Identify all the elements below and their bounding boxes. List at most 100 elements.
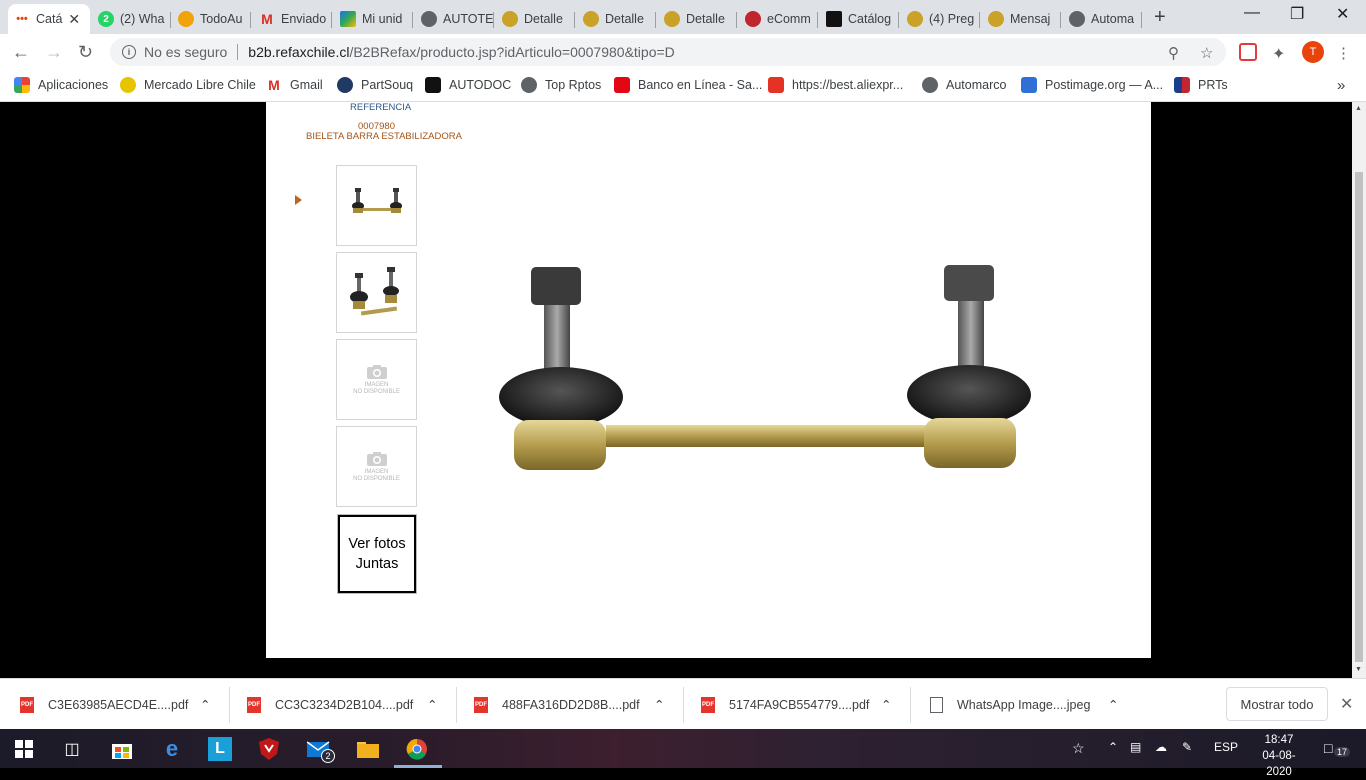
tab-autote[interactable]: AUTOTE (415, 4, 494, 34)
chevron-up-icon[interactable]: ⌃ (881, 679, 891, 730)
language-indicator[interactable]: ESP (1214, 740, 1238, 754)
tab-label: (2) Wha (120, 12, 165, 26)
app-l-icon[interactable]: L (208, 737, 232, 761)
download-item[interactable]: WhatsApp Image....jpeg (930, 679, 1090, 730)
tab-detalle-1[interactable]: Detalle (496, 4, 575, 34)
tab-whatsapp[interactable]: 2 (2) Wha (92, 4, 171, 34)
minimize-button[interactable]: — (1244, 4, 1260, 22)
chevron-up-icon[interactable]: ⌃ (654, 679, 664, 730)
chrome-icon[interactable] (405, 737, 429, 761)
windows-start-icon[interactable] (12, 737, 36, 761)
store-icon[interactable] (110, 737, 134, 761)
pocket-extension-icon[interactable] (1239, 43, 1257, 61)
forward-button[interactable]: → (45, 42, 63, 63)
mercadolibre-icon (120, 77, 136, 93)
globe-icon (421, 11, 437, 27)
close-window-button[interactable]: ✕ (1336, 4, 1349, 24)
mercadolibre-icon (583, 11, 599, 27)
download-item[interactable]: PDF CC3C3234D2B104....pdf (247, 679, 413, 730)
reload-button[interactable]: ↻ (78, 42, 93, 63)
tab-detalle-2[interactable]: Detalle (577, 4, 656, 34)
thumbnail-1[interactable] (336, 165, 417, 246)
thumbnail-2[interactable] (336, 252, 417, 333)
tab-drive[interactable]: Mi unid (334, 4, 413, 34)
extensions-puzzle-icon[interactable]: ✦ (1272, 44, 1285, 64)
pdf-file-icon: PDF (474, 696, 488, 713)
tab-catalogo-2[interactable]: Catálog (820, 4, 899, 34)
reference-label: REFERENCIA (350, 102, 412, 113)
tab-label: AUTOTE (443, 12, 494, 26)
tab-label: (4) Preg (929, 12, 975, 26)
bookmark-gmail[interactable]: M Gmail (266, 77, 323, 93)
tab-label: Automa (1091, 12, 1135, 26)
people-icon[interactable]: ☆ (1072, 740, 1085, 757)
tab-close-icon[interactable]: ✕ (68, 11, 80, 28)
bookmark-top-rptos[interactable]: Top Rptos (521, 77, 601, 93)
thumbnail-4[interactable]: IMAGEN NO DISPONIBLE (336, 426, 417, 507)
bookmark-banco[interactable]: Banco en Línea - Sa... (614, 77, 762, 93)
tab-mensajes[interactable]: Mensaj (982, 4, 1061, 34)
bookmark-star-icon[interactable]: ☆ (1200, 44, 1213, 62)
new-tab-button[interactable]: + (1154, 6, 1166, 29)
profile-avatar[interactable]: T (1302, 41, 1324, 63)
page-scrollbar[interactable]: ▲ ▼ (1352, 102, 1366, 678)
pen-icon[interactable]: ✎ (1182, 740, 1192, 754)
clock[interactable]: 18:47 04-08-2020 (1252, 732, 1306, 780)
tab-strip: ••• Catá ✕ 2 (2) Wha TodoAu M Enviado Mi… (0, 0, 1366, 34)
product-main-image[interactable] (496, 242, 1041, 482)
bookmarks-overflow-button[interactable]: » (1337, 77, 1345, 94)
back-button[interactable]: ← (12, 42, 30, 63)
download-item[interactable]: PDF 5174FA9CB554779....pdf (701, 679, 869, 730)
file-explorer-icon[interactable] (356, 737, 380, 761)
chevron-up-icon[interactable]: ⌃ (1108, 740, 1118, 754)
restore-button[interactable]: ❐ (1290, 4, 1304, 24)
download-item[interactable]: PDF 488FA316DD2D8B....pdf (474, 679, 640, 730)
close-downloads-icon[interactable]: ✕ (1340, 694, 1353, 714)
scroll-up-icon[interactable]: ▲ (1355, 105, 1362, 112)
address-bar[interactable]: i No es seguro b2b.refaxchile.cl/B2BRefa… (110, 38, 1226, 66)
tab-todoautos[interactable]: TodoAu (172, 4, 251, 34)
bookmark-postimage[interactable]: Postimage.org — A... (1021, 77, 1163, 93)
tab-label: eComm (767, 12, 811, 26)
tab-detalle-3[interactable]: Detalle (658, 4, 737, 34)
selected-thumbnail-arrow-icon (295, 195, 302, 205)
zoom-search-icon[interactable]: ⚲ (1168, 44, 1179, 62)
bookmark-prts[interactable]: PRTs (1174, 77, 1228, 93)
edge-icon[interactable]: e (160, 736, 184, 761)
chevron-up-icon[interactable]: ⌃ (427, 679, 437, 730)
scrollbar-thumb[interactable] (1355, 172, 1363, 662)
task-view-icon[interactable]: ◫ (60, 737, 84, 761)
bookmark-automarco[interactable]: Automarco (922, 77, 1006, 93)
site-info-icon[interactable]: i (122, 45, 136, 59)
show-all-downloads-button[interactable]: Mostrar todo (1226, 687, 1328, 721)
tab-label: Mi unid (362, 12, 403, 26)
tab-gmail[interactable]: M Enviado (253, 4, 332, 34)
bookmark-partsouq[interactable]: PartSouq (337, 77, 413, 93)
menu-kebab-icon[interactable]: ⋮ (1336, 44, 1351, 62)
chevron-up-icon[interactable]: ⌃ (200, 679, 210, 730)
partsouq-icon (337, 77, 353, 93)
download-item[interactable]: PDF C3E63985AECD4E....pdf (20, 679, 188, 730)
bookmark-aliexpress[interactable]: https://best.aliexpr... (768, 77, 903, 93)
view-all-photos-button[interactable]: Ver fotos Juntas (338, 515, 416, 593)
mcafee-icon[interactable] (257, 737, 281, 761)
tab-preguntas[interactable]: (4) Preg (901, 4, 980, 34)
network-icon[interactable]: ▤ (1130, 740, 1141, 754)
bookmark-apps[interactable]: Aplicaciones (14, 77, 108, 93)
tab-ecommerce[interactable]: eComm (739, 4, 818, 34)
onedrive-icon[interactable]: ☁ (1155, 740, 1167, 754)
tab-catalogo[interactable]: ••• Catá ✕ (8, 4, 90, 34)
ecommerce-icon (745, 11, 761, 27)
notifications-icon[interactable]: □ (1324, 740, 1332, 756)
refax-favicon-icon: ••• (16, 13, 28, 25)
tab-label: Catá (36, 12, 63, 26)
mail-icon[interactable]: 2 (307, 737, 335, 763)
scroll-down-icon[interactable]: ▼ (1355, 666, 1362, 673)
google-drive-icon (340, 11, 356, 27)
bookmark-mercadolibre[interactable]: Mercado Libre Chile (120, 77, 256, 93)
bookmark-autodoc[interactable]: AUTODOC (425, 77, 511, 93)
santander-icon (614, 77, 630, 93)
thumbnail-3[interactable]: IMAGEN NO DISPONIBLE (336, 339, 417, 420)
chevron-up-icon[interactable]: ⌃ (1108, 679, 1118, 730)
tab-automarco[interactable]: Automa (1063, 4, 1142, 34)
